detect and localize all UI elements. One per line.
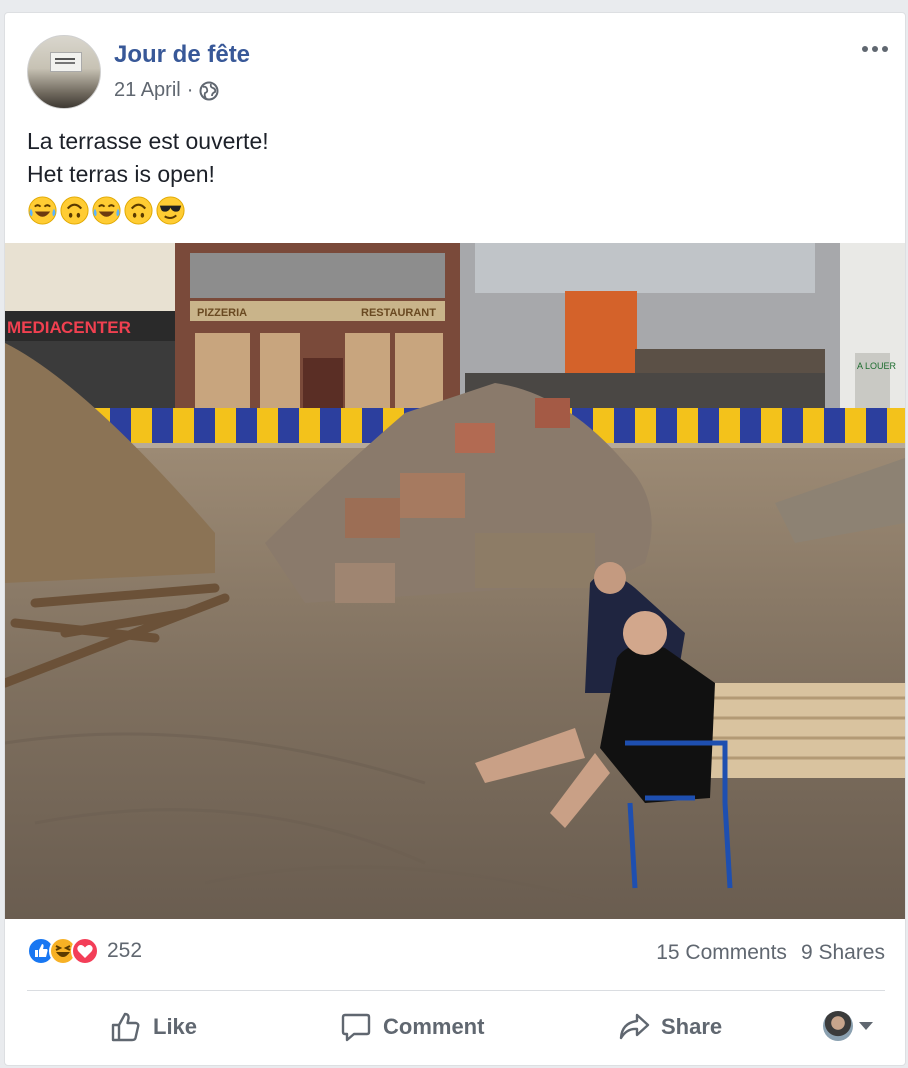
post-text: La terrasse est ouverte! Het terras is o… — [27, 125, 269, 191]
viewer-avatar — [823, 1011, 853, 1041]
post-stats: 252 15 Comments 9 Shares — [5, 937, 905, 971]
reaction-count: 252 — [107, 939, 143, 962]
reactions-summary[interactable]: 252 — [27, 937, 142, 965]
engagement-counts: 15 Comments 9 Shares — [656, 941, 885, 965]
globe-icon[interactable] — [199, 81, 219, 101]
shop-sign-text: CENTER — [61, 318, 131, 337]
post-text-line: La terrasse est ouverte! — [27, 128, 269, 154]
love-reaction-icon — [71, 937, 99, 965]
share-arrow-icon — [619, 1013, 650, 1040]
post-text-line: Het terras is open! — [27, 161, 215, 187]
post-card: Jour de fête 21 April · La terrasse est … — [4, 12, 906, 1066]
more-horizontal-icon — [862, 46, 868, 52]
upside-down-face-emoji-icon — [60, 196, 89, 225]
sunglasses-face-emoji-icon — [156, 196, 185, 225]
thumbs-up-icon — [111, 1012, 140, 1042]
actions-divider — [27, 990, 885, 991]
post-date[interactable]: 21 April — [114, 79, 181, 102]
more-options-button[interactable] — [859, 39, 891, 59]
post-photo[interactable]: MEDIA CENTER PIZZERIA RESTAURANT A LOUER — [5, 243, 905, 919]
storefront-sign-text: PIZZERIA — [197, 307, 247, 319]
for-rent-sign-text: A LOUER — [857, 361, 897, 371]
comment-button[interactable]: Comment — [339, 1003, 484, 1051]
shares-count-link[interactable]: 9 Shares — [801, 941, 885, 965]
comment-label: Comment — [383, 1014, 485, 1039]
post-emoji-row — [27, 195, 186, 226]
comment-bubble-icon — [341, 1013, 371, 1042]
page-avatar[interactable] — [27, 35, 101, 109]
post-as-selector[interactable] — [823, 1011, 873, 1041]
tears-of-joy-emoji-icon — [28, 196, 57, 225]
share-button[interactable]: Share — [617, 1003, 722, 1051]
upside-down-face-emoji-icon — [124, 196, 153, 225]
comments-count-link[interactable]: 15 Comments — [656, 941, 787, 965]
share-label: Share — [661, 1014, 723, 1039]
construction-site-photo: MEDIA CENTER PIZZERIA RESTAURANT A LOUER — [5, 243, 905, 919]
tears-of-joy-emoji-icon — [92, 196, 121, 225]
like-label: Like — [153, 1014, 198, 1039]
like-button[interactable]: Like — [109, 1003, 197, 1051]
chevron-down-icon — [859, 1022, 873, 1030]
shop-sign-text: MEDIA — [7, 318, 62, 337]
meta-separator: · — [186, 79, 194, 101]
post-actions-bar: Like Comment Share — [5, 1003, 905, 1051]
post-meta: 21 April · — [114, 79, 219, 102]
page-name-link[interactable]: Jour de fête — [114, 41, 250, 69]
storefront-sign-text: RESTAURANT — [361, 307, 436, 319]
